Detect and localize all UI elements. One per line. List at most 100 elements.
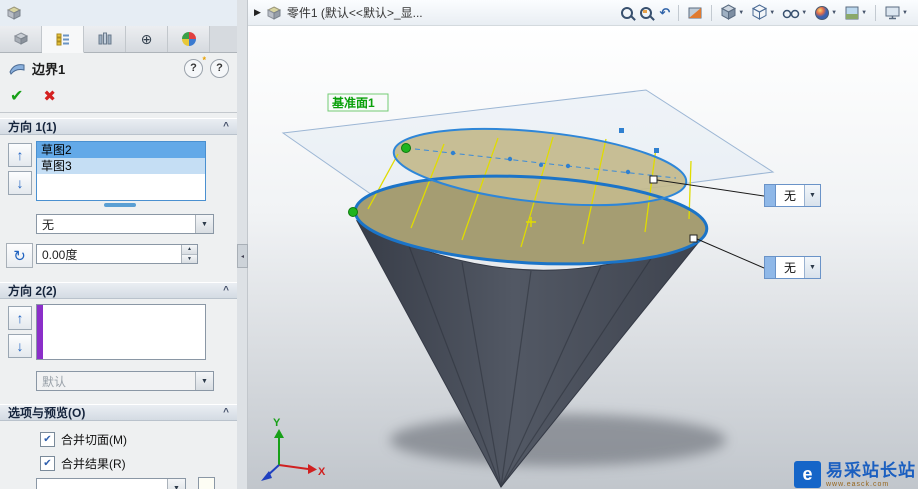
configuration-manager-icon <box>98 32 111 45</box>
chevron-down-icon[interactable]: ▼ <box>195 215 213 233</box>
down-arrow-icon: ↓ <box>16 175 24 191</box>
zoom-to-fit-icon[interactable] <box>619 3 635 23</box>
tab-dimxpert-manager[interactable]: ⊕ <box>126 26 168 52</box>
tab-configuration-manager[interactable] <box>84 26 126 52</box>
cancel-button[interactable]: ✖ <box>43 87 56 105</box>
active-selection-bar <box>37 305 43 359</box>
merge-result-label: 合并结果(R) <box>61 457 126 471</box>
direction2-selection-list[interactable] <box>36 304 206 360</box>
move-up-button-dir1[interactable]: ↑ <box>8 143 32 167</box>
toolbar-separator <box>678 4 680 21</box>
watermark-title: 易采站长站 <box>826 460 916 480</box>
section-direction1[interactable]: 方向 1(1) ^ <box>0 118 237 135</box>
axis-y-label: Y <box>273 417 281 429</box>
toolbar-separator <box>711 4 713 21</box>
whats-new-star: * <box>202 54 206 65</box>
dimxpert-icon: ⊕ <box>140 30 153 47</box>
heads-up-toolbar: ▶ 零件1 (默认<<默认>_显... ↶ ▼ ▼ ▼ ▼ ▼ ▼ <box>248 0 918 26</box>
checkbox-checked-icon[interactable]: ✔ <box>40 432 55 447</box>
preview-sheet-icon[interactable] <box>198 477 215 489</box>
move-up-button-dir2[interactable]: ↑ <box>8 306 32 330</box>
move-down-button-dir2[interactable]: ↓ <box>8 334 32 358</box>
tangency-callout-2[interactable]: 无 ▼ <box>764 256 821 279</box>
apply-scene-icon[interactable]: ▼ <box>842 3 869 23</box>
callout-handle[interactable] <box>765 257 776 278</box>
section-options-label: 选项与预览(O) <box>8 406 86 420</box>
tangency-type-value: 无 <box>42 217 55 232</box>
section-direction1-label: 方向 1(1) <box>8 120 57 134</box>
feature-manager-icon <box>13 32 28 45</box>
ok-cancel-row: ✔ ✖ <box>10 86 56 106</box>
view-orientation-icon[interactable]: ▼ <box>718 3 746 23</box>
axis-x-label: X <box>318 466 326 478</box>
section-direction2[interactable]: 方向 2(2) ^ <box>0 282 237 299</box>
ok-button[interactable]: ✔ <box>10 86 23 106</box>
list-item-sketch2[interactable]: 草图2 <box>37 142 205 158</box>
list-item-sketch3[interactable]: 草图3 <box>37 158 205 174</box>
view-settings-icon[interactable]: ▼ <box>882 3 910 23</box>
part-document-icon <box>6 6 22 20</box>
part-icon <box>266 5 282 20</box>
collapse-icon: ^ <box>223 407 229 418</box>
chevron-down-icon[interactable]: ▼ <box>804 257 820 278</box>
watermark: e 易采站长站 www.easck.com <box>794 461 916 488</box>
panel-title: 边界1 <box>32 61 66 77</box>
help-icon[interactable]: ? <box>210 58 229 78</box>
chevron-down-icon[interactable]: ▼ <box>804 185 820 206</box>
graphics-viewport: ▶ 零件1 (默认<<默认>_显... ↶ ▼ ▼ ▼ ▼ ▼ ▼ 基准面1 X… <box>248 0 918 489</box>
watermark-subtitle: www.easck.com <box>826 480 890 488</box>
manager-tabs: ⊕ <box>0 26 237 53</box>
tab-feature-manager[interactable] <box>0 26 42 52</box>
toolbar-separator <box>875 4 877 21</box>
merge-result-checkbox[interactable]: ✔ 合并结果(R) <box>40 455 126 472</box>
hide-show-items-icon[interactable]: ▼ <box>780 3 809 23</box>
collapse-icon: ^ <box>223 285 229 296</box>
panel-gutter: ◂ <box>237 0 248 489</box>
draft-angle-button[interactable]: ↻ <box>6 243 33 268</box>
section-direction2-label: 方向 2(2) <box>8 284 57 298</box>
zoom-to-area-icon[interactable] <box>638 3 654 23</box>
checkbox-checked-icon[interactable]: ✔ <box>40 456 55 471</box>
previous-view-icon[interactable]: ↶ <box>657 3 672 23</box>
display-manager-icon <box>181 32 196 46</box>
tab-display-manager[interactable] <box>168 26 210 52</box>
draft-angle-field[interactable]: 0.00度 ▲ ▼ <box>36 244 198 264</box>
feature-header: 边界1 ? * ? <box>0 54 237 82</box>
panel-top-strip <box>0 0 237 26</box>
section-options[interactable]: 选项与预览(O) ^ <box>0 404 237 421</box>
sketch-endpoint-lower[interactable] <box>348 207 358 217</box>
down-arrow-icon: ↓ <box>16 338 24 354</box>
sketch-endpoint-upper[interactable] <box>401 143 411 153</box>
bottom-partial-dropdown[interactable]: ▼ <box>36 478 186 489</box>
chevron-down-icon: ▼ <box>195 372 213 390</box>
splitter-arrow-icon: ◂ <box>240 253 244 260</box>
section-view-icon[interactable] <box>685 3 705 23</box>
pin-help-icon[interactable]: ? * <box>184 55 206 78</box>
collapse-icon: ^ <box>223 121 229 132</box>
tab-property-manager[interactable] <box>42 26 84 53</box>
orientation-triad: X Y <box>261 417 326 481</box>
panel-splitter-handle[interactable]: ◂ <box>237 244 248 268</box>
property-manager-panel: ⊕ 边界1 ? * ? ✔ ✖ 方向 1(1) ^ ↑ ↓ 草图2 草图3 无 … <box>0 0 238 489</box>
help-group: ? * ? <box>184 55 229 78</box>
tangency-type-value2: 默认 <box>42 374 67 389</box>
chevron-down-icon[interactable]: ▼ <box>167 479 185 489</box>
merge-tangent-faces-checkbox[interactable]: ✔ 合并切面(M) <box>40 431 127 448</box>
merge-tangent-faces-label: 合并切面(M) <box>61 433 127 447</box>
callout-handle[interactable] <box>765 185 776 206</box>
property-manager-icon <box>56 33 69 46</box>
angle-spinner[interactable]: ▲ ▼ <box>181 245 197 263</box>
direction1-selection-list[interactable]: 草图2 草图3 <box>36 141 206 201</box>
tangency-type-dropdown-dir1[interactable]: 无 ▼ <box>36 214 214 234</box>
callout-2-value: 无 <box>783 261 796 275</box>
move-down-button-dir1[interactable]: ↓ <box>8 171 32 195</box>
up-arrow-icon: ↑ <box>16 310 24 326</box>
feature-tree-flyout-icon[interactable]: ▶ <box>254 7 261 18</box>
tangency-type-dropdown-dir2[interactable]: 默认 ▼ <box>36 371 214 391</box>
tangency-callout-1[interactable]: 无 ▼ <box>764 184 821 207</box>
display-style-icon[interactable]: ▼ <box>749 3 777 23</box>
view-tools: ↶ ▼ ▼ ▼ ▼ ▼ ▼ <box>619 3 912 23</box>
edit-appearance-icon[interactable]: ▼ <box>812 3 839 23</box>
plane-label: 基准面1 <box>331 95 375 110</box>
list-resize-grip[interactable] <box>104 203 136 207</box>
